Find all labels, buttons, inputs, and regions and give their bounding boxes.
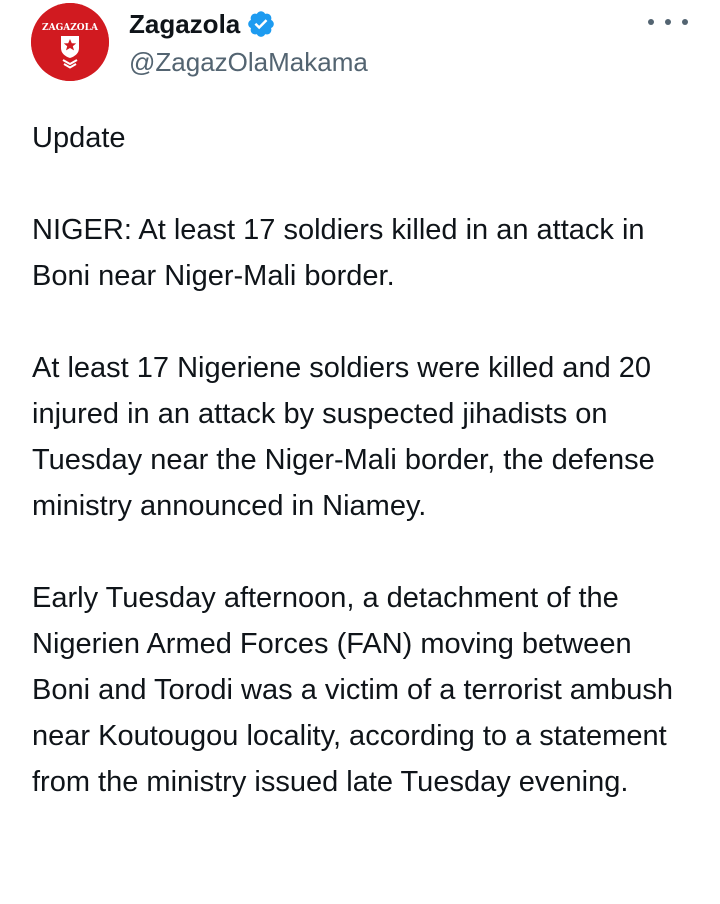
more-horizontal-icon-dot <box>665 19 671 25</box>
more-options-button[interactable] <box>648 10 688 34</box>
name-row: Zagazola <box>129 7 368 41</box>
tweet-post: ZAGAZOLA Zagazola @ZagazOlaMakama Update… <box>0 0 720 904</box>
tweet-paragraph-headline: NIGER: At least 17 soldiers killed in an… <box>32 214 645 292</box>
tweet-paragraph-update: Update <box>32 122 126 154</box>
avatar-text: ZAGAZOLA <box>42 23 99 33</box>
more-horizontal-icon <box>648 19 654 25</box>
more-horizontal-icon-dot <box>682 19 688 25</box>
verified-badge-icon <box>246 9 276 39</box>
tweet-paragraph-body-2: Early Tuesday afternoon, a detachment of… <box>32 582 673 798</box>
author-block: Zagazola @ZagazOlaMakama <box>129 7 368 79</box>
tweet-paragraph-body-1: At least 17 Nigeriene soldiers were kill… <box>32 352 655 522</box>
avatar-logo-icon: ZAGAZOLA <box>31 3 109 81</box>
display-name[interactable]: Zagazola <box>129 7 240 41</box>
avatar[interactable]: ZAGAZOLA <box>31 3 109 81</box>
tweet-text: Update NIGER: At least 17 soldiers kille… <box>32 115 692 805</box>
user-handle[interactable]: @ZagazOlaMakama <box>129 45 368 79</box>
